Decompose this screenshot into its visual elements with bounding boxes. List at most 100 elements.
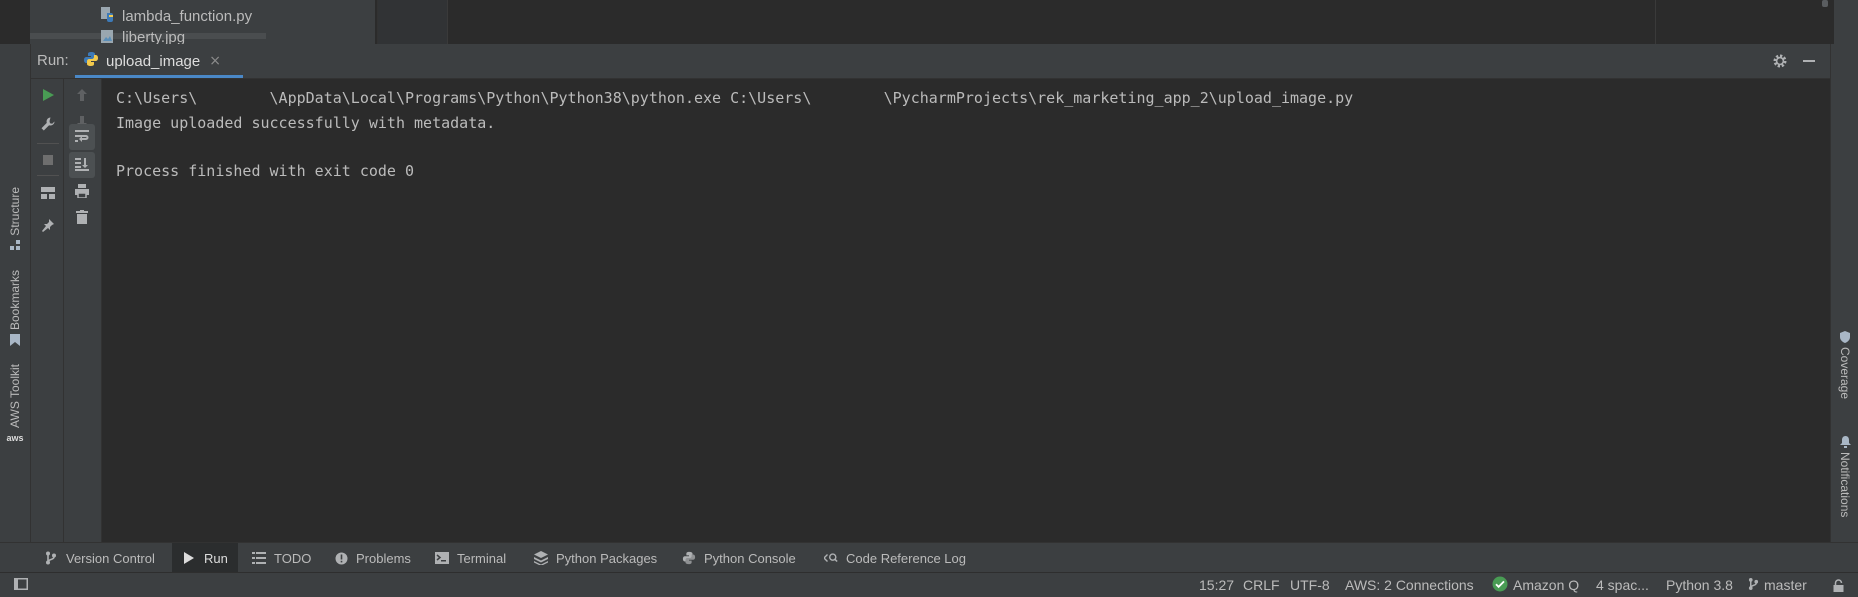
- tool-windows-icon: [14, 577, 28, 593]
- python-icon: [83, 51, 99, 71]
- bottom-tab-label: Terminal: [457, 550, 507, 566]
- editor-divider: [447, 0, 448, 44]
- editor-scrollbar-thumb[interactable]: [1822, 0, 1828, 7]
- git-branch-label: master: [1764, 577, 1807, 593]
- up-stack-button[interactable]: [69, 83, 95, 109]
- run-tab-label: upload_image: [106, 52, 201, 70]
- file-encoding[interactable]: UTF-8: [1290, 573, 1330, 597]
- code-log-icon: [824, 551, 838, 565]
- bookmark-icon: [9, 334, 21, 347]
- right-tool-stripe: Coverage Notifications: [1830, 44, 1858, 542]
- bottom-tab-label: Version Control: [66, 550, 155, 566]
- tool-tab-notifications[interactable]: Notifications: [1834, 436, 1856, 517]
- check-circle-icon: [1492, 576, 1508, 595]
- indent-setting[interactable]: 4 spac...: [1596, 573, 1649, 597]
- bottom-tab-label: Problems: [356, 550, 411, 566]
- arrow-up-icon: [76, 87, 88, 106]
- tree-item-liberty-jpg[interactable]: liberty.jpg: [100, 29, 185, 44]
- console-line: Process finished with exit code 0: [116, 162, 415, 180]
- run-panel-label: Run:: [37, 52, 69, 69]
- tool-tab-aws-toolkit[interactable]: AWS Toolkit aws: [2, 364, 28, 444]
- editor-gutter: [377, 0, 448, 44]
- console-line: C:\Users\ \AppData\Local\Programs\Python…: [116, 89, 1354, 107]
- soft-wrap-button[interactable]: [69, 124, 95, 150]
- tool-tab-structure[interactable]: Structure: [2, 187, 28, 252]
- list-icon: [252, 551, 266, 565]
- tool-tab-label: Notifications: [1838, 452, 1852, 518]
- aws-icon: aws: [6, 433, 24, 444]
- run-toolbar-secondary: [64, 79, 102, 542]
- python-interpreter[interactable]: Python 3.8: [1666, 573, 1733, 597]
- bottom-tab-version-control[interactable]: Version Control: [34, 543, 165, 573]
- git-branch-icon: [44, 551, 58, 565]
- bottom-tab-todo[interactable]: TODO: [242, 543, 321, 573]
- warning-icon: [334, 551, 348, 565]
- run-panel-header: Run: upload_image ×: [31, 44, 1830, 79]
- pin-tab-button[interactable]: [35, 213, 61, 239]
- pin-icon: [41, 217, 55, 236]
- amazon-q-status[interactable]: Amazon Q: [1492, 573, 1579, 597]
- play-icon: [41, 87, 55, 106]
- wrench-icon: [40, 116, 56, 136]
- printer-icon: [74, 183, 90, 202]
- tool-tab-label: Bookmarks: [8, 270, 22, 331]
- print-button[interactable]: [69, 179, 95, 205]
- caret-position[interactable]: 15:27: [1199, 573, 1234, 597]
- bottom-tab-label: Python Packages: [556, 550, 658, 566]
- right-stripe-top: [1834, 0, 1858, 44]
- bell-icon: [1839, 436, 1851, 448]
- clear-all-button[interactable]: [69, 205, 95, 231]
- console-scrollbar[interactable]: [1822, 79, 1830, 542]
- project-tree-strip: lambda_function.py liberty.jpg: [0, 0, 1858, 44]
- packages-icon: [534, 551, 548, 565]
- tool-tab-coverage[interactable]: Coverage: [1834, 331, 1856, 399]
- aws-connections[interactable]: AWS: 2 Connections: [1345, 573, 1474, 597]
- python-file-icon: [100, 6, 116, 26]
- console-line: Image uploaded successfully with metadat…: [116, 114, 496, 132]
- active-tab-indicator: [75, 75, 243, 78]
- stop-button[interactable]: [35, 147, 61, 173]
- bottom-tab-label: Run: [204, 550, 228, 566]
- lock-icon[interactable]: [1833, 573, 1844, 597]
- structure-icon: [9, 240, 21, 252]
- git-branch-icon: [1748, 577, 1759, 594]
- image-file-icon: [100, 29, 116, 44]
- tree-item-lambda-function[interactable]: lambda_function.py: [100, 5, 252, 27]
- bottom-tab-terminal[interactable]: Terminal: [425, 543, 516, 573]
- play-icon: [182, 551, 196, 565]
- bottom-tab-problems[interactable]: Problems: [324, 543, 421, 573]
- tool-tab-label: Coverage: [1838, 347, 1852, 400]
- tree-item-label: liberty.jpg: [122, 29, 186, 44]
- bottom-tab-python-packages[interactable]: Python Packages: [524, 543, 667, 573]
- stop-icon: [42, 151, 54, 170]
- minimize-icon[interactable]: [1800, 52, 1818, 70]
- terminal-icon: [435, 551, 449, 565]
- restore-layout-button[interactable]: [35, 180, 61, 206]
- tool-tab-bookmarks[interactable]: Bookmarks: [2, 270, 28, 347]
- shield-icon: [1839, 331, 1851, 343]
- bottom-tab-label: Code Reference Log: [846, 550, 966, 566]
- toolbar-separator: [37, 175, 59, 176]
- toolbar-separator: [37, 143, 59, 144]
- scroll-to-end-button[interactable]: [69, 152, 95, 178]
- close-icon[interactable]: ×: [209, 53, 221, 69]
- left-tool-stripe: Structure Bookmarks AWS Toolkit aws: [0, 44, 31, 542]
- bottom-tool-bar: Version Control Run TODO Problems Termin…: [0, 542, 1858, 573]
- bottom-tab-code-reference-log[interactable]: Code Reference Log: [814, 543, 976, 573]
- git-branch-widget[interactable]: master: [1748, 573, 1807, 597]
- gear-icon[interactable]: [1771, 52, 1789, 70]
- run-tab-upload-image[interactable]: upload_image ×: [75, 44, 229, 78]
- trash-icon: [76, 209, 88, 228]
- tree-item-label: lambda_function.py: [122, 7, 253, 25]
- edit-configuration-button[interactable]: [35, 113, 61, 139]
- bottom-tab-python-console[interactable]: Python Console: [672, 543, 806, 573]
- scroll-to-end-icon: [74, 156, 90, 175]
- line-separator[interactable]: CRLF: [1243, 573, 1280, 597]
- bottom-tab-label: TODO: [274, 550, 312, 566]
- console-output[interactable]: C:\Users\ \AppData\Local\Programs\Python…: [102, 79, 1822, 542]
- soft-wrap-icon: [74, 128, 90, 147]
- bottom-tab-run[interactable]: Run: [172, 543, 238, 573]
- toggle-tool-windows-button[interactable]: [14, 573, 28, 597]
- editor-right-margin: [1655, 0, 1656, 44]
- rerun-button[interactable]: [35, 83, 61, 109]
